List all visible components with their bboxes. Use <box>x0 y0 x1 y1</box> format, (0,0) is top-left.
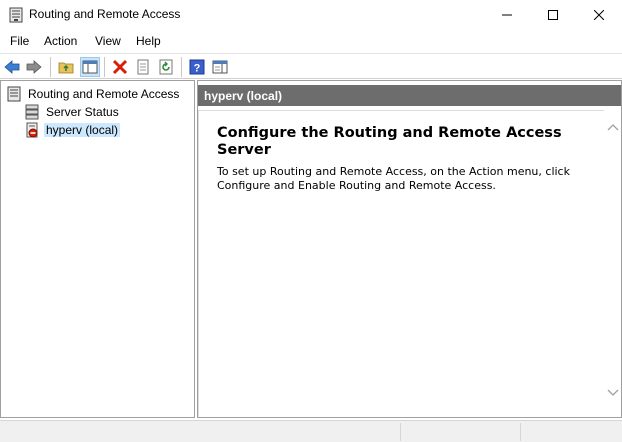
toolbar-separator <box>181 57 182 77</box>
properties-button[interactable] <box>133 57 153 77</box>
back-icon <box>4 60 20 74</box>
forward-button[interactable] <box>24 57 44 77</box>
menu-bar: File Action View Help <box>0 30 622 52</box>
refresh-icon <box>159 59 173 75</box>
details-pane: hyperv (local) Configure the Routing and… <box>197 80 622 418</box>
tree-item-root[interactable]: Routing and Remote Access <box>6 85 191 103</box>
toolbar-separator <box>104 57 105 77</box>
delete-button[interactable] <box>110 57 130 77</box>
menu-action[interactable]: Action <box>44 34 77 48</box>
minimize-button[interactable] <box>484 0 530 30</box>
show-hide-action-pane-button[interactable] <box>210 57 230 77</box>
help-button[interactable]: ? <box>187 57 207 77</box>
tree-item-label: Server Status <box>46 105 119 119</box>
server-status-icon <box>25 104 39 120</box>
back-button[interactable] <box>2 57 22 77</box>
rras-server-icon <box>9 7 23 23</box>
app-window: Routing and Remote Access File Action Vi… <box>0 0 622 442</box>
properties-icon <box>137 59 149 75</box>
content-title: Configure the Routing and Remote Access … <box>217 125 562 158</box>
maximize-button[interactable] <box>530 0 576 30</box>
content-body: To set up Routing and Remote Access, on … <box>217 165 570 192</box>
help-icon: ? <box>189 59 205 75</box>
close-icon <box>594 10 604 20</box>
tree-item-label: Routing and Remote Access <box>28 87 180 101</box>
show-hide-action-pane-icon <box>212 60 228 74</box>
up-folder-icon <box>58 62 74 74</box>
menu-help[interactable]: Help <box>136 34 161 48</box>
window-title: Routing and Remote Access <box>29 7 181 21</box>
menu-file[interactable]: File <box>10 34 29 48</box>
forward-icon <box>26 60 42 74</box>
details-content: Configure the Routing and Remote Access … <box>198 110 604 417</box>
menu-view[interactable]: View <box>95 34 121 48</box>
up-folder-button[interactable] <box>56 57 76 77</box>
status-divider <box>400 423 401 441</box>
show-hide-console-tree-icon <box>82 60 98 74</box>
vertical-scrollbar[interactable] <box>604 110 621 417</box>
tree-item-server-status[interactable]: Server Status <box>24 103 184 121</box>
maximize-icon <box>548 10 558 20</box>
minimize-icon <box>502 14 512 16</box>
rras-root-icon <box>7 86 21 102</box>
status-bar <box>0 420 622 442</box>
svg-text:?: ? <box>194 63 201 75</box>
close-button[interactable] <box>576 0 622 30</box>
scroll-up-icon[interactable] <box>606 122 620 132</box>
tree-item-hyperv[interactable]: hyperv (local) <box>24 121 124 139</box>
details-header: hyperv (local) <box>198 85 621 106</box>
show-hide-console-tree-button[interactable] <box>80 57 100 77</box>
console-tree: Routing and Remote Access Server Status … <box>0 80 195 418</box>
tree-item-label: hyperv (local) <box>44 123 121 137</box>
status-divider <box>520 423 521 441</box>
refresh-button[interactable] <box>156 57 176 77</box>
server-stopped-icon <box>26 122 38 138</box>
scroll-down-icon[interactable] <box>606 388 620 398</box>
title-bar[interactable]: Routing and Remote Access <box>0 0 622 30</box>
toolbar: ? <box>0 53 622 79</box>
delete-icon <box>112 59 128 75</box>
toolbar-separator <box>50 57 51 77</box>
